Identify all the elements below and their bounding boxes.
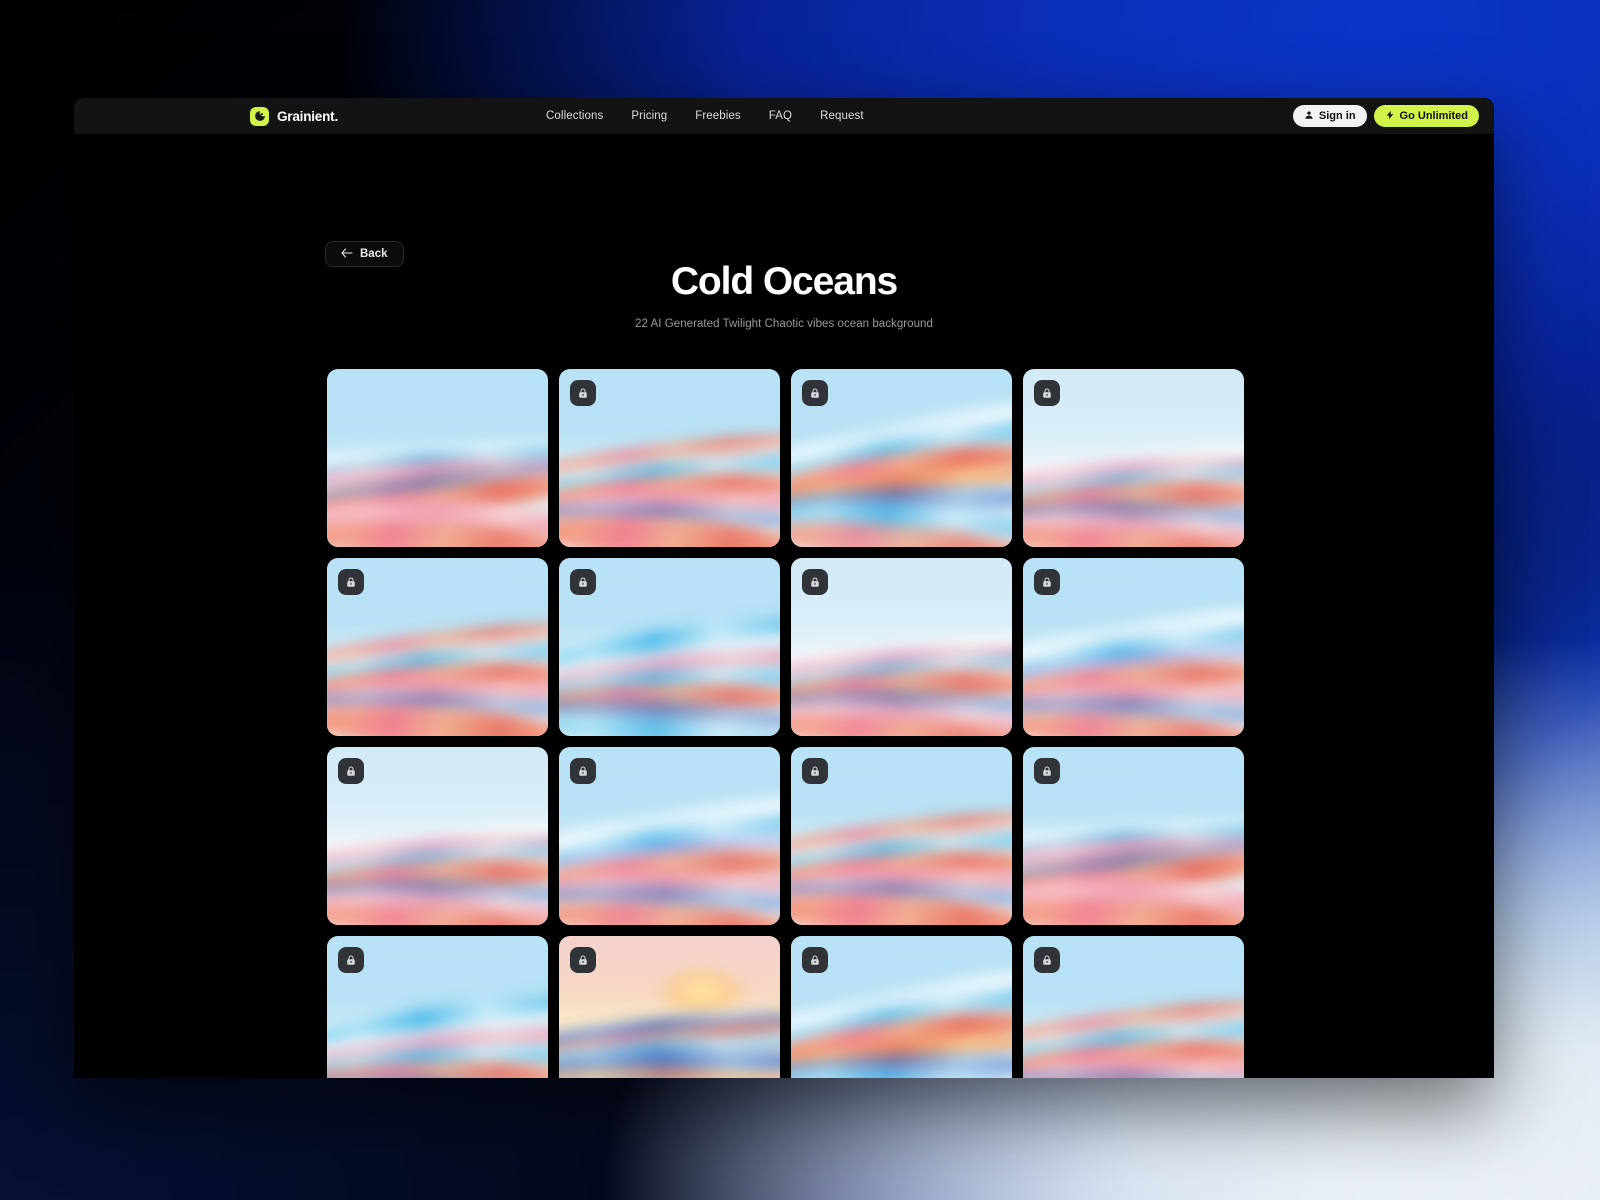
gallery-tile[interactable]: [1022, 746, 1244, 925]
padlock-icon[interactable]: [801, 379, 828, 406]
page-title: Cold Oceans: [670, 260, 898, 303]
page-content: Back Cold Oceans 22 AI Generated Twiligh…: [74, 134, 1494, 1078]
page-subtitle: 22 AI Generated Twilight Chaotic vibes o…: [635, 317, 933, 330]
go-unlimited-button[interactable]: Go Unlimited: [1373, 105, 1479, 127]
gallery-tile[interactable]: [790, 557, 1012, 736]
gallery-tile[interactable]: [558, 368, 780, 547]
gallery-tile[interactable]: [326, 746, 548, 925]
gallery-grid: [326, 368, 1244, 1078]
sign-in-button[interactable]: Sign in: [1292, 105, 1367, 127]
gallery-tile[interactable]: [790, 935, 1012, 1078]
padlock-icon[interactable]: [1033, 946, 1060, 973]
padlock-icon[interactable]: [1033, 379, 1060, 406]
nav-link-pricing[interactable]: Pricing: [631, 110, 667, 122]
padlock-icon[interactable]: [801, 568, 828, 595]
padlock-icon[interactable]: [1033, 568, 1060, 595]
gallery-tile[interactable]: [326, 368, 548, 547]
gallery-tile[interactable]: [558, 935, 780, 1078]
gallery-tile[interactable]: [326, 557, 548, 736]
gallery-tile[interactable]: [1022, 935, 1244, 1078]
nav-link-collections[interactable]: Collections: [546, 110, 603, 122]
gallery-tile[interactable]: [558, 746, 780, 925]
back-button[interactable]: Back: [325, 241, 404, 267]
nav-actions: Sign in Go Unlimited: [1292, 105, 1479, 127]
sign-in-label: Sign in: [1318, 110, 1356, 122]
gallery-tile[interactable]: [1022, 557, 1244, 736]
arrow-left-icon: [341, 247, 353, 261]
browser-window: Grainient. Collections Pricing Freebies …: [74, 98, 1494, 1078]
padlock-icon[interactable]: [801, 946, 828, 973]
page-header: Cold Oceans 22 AI Generated Twilight Cha…: [74, 260, 1494, 330]
nav-link-faq[interactable]: FAQ: [769, 110, 792, 122]
brand-logo[interactable]: Grainient.: [250, 106, 339, 126]
nav-link-request[interactable]: Request: [820, 110, 864, 122]
padlock-icon[interactable]: [337, 946, 364, 973]
gradient-wallpaper-image: [326, 368, 548, 547]
gallery-tile[interactable]: [1022, 368, 1244, 547]
brand-name: Grainient.: [277, 108, 339, 124]
padlock-icon[interactable]: [337, 568, 364, 595]
padlock-icon[interactable]: [801, 757, 828, 784]
gallery-tile[interactable]: [558, 557, 780, 736]
gallery-tile[interactable]: [326, 935, 548, 1078]
padlock-icon[interactable]: [1033, 757, 1060, 784]
top-navigation-bar: Grainient. Collections Pricing Freebies …: [74, 98, 1494, 134]
gallery-tile[interactable]: [790, 368, 1012, 547]
person-icon: [1304, 110, 1314, 123]
nav-links: Collections Pricing Freebies FAQ Request: [546, 110, 864, 122]
grainient-moon-logo-icon: [250, 106, 269, 126]
back-button-label: Back: [360, 248, 388, 260]
padlock-icon[interactable]: [569, 757, 596, 784]
padlock-icon[interactable]: [337, 757, 364, 784]
gallery-tile[interactable]: [790, 746, 1012, 925]
padlock-icon[interactable]: [569, 568, 596, 595]
go-unlimited-label: Go Unlimited: [1399, 110, 1468, 122]
nav-link-freebies[interactable]: Freebies: [695, 110, 741, 122]
padlock-icon[interactable]: [569, 946, 596, 973]
lightning-bolt-icon: [1385, 110, 1395, 123]
padlock-icon[interactable]: [569, 379, 596, 406]
